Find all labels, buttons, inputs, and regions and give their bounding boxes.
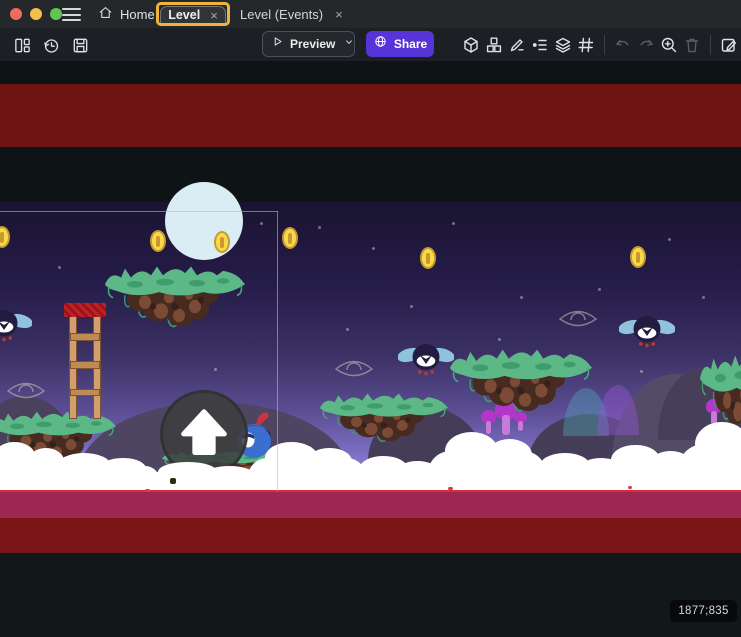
floating-island-sprite[interactable] xyxy=(105,262,245,340)
debris-speck xyxy=(448,487,453,490)
tab-level[interactable]: Level × xyxy=(160,6,226,23)
star xyxy=(214,368,217,371)
ground-crimson-band[interactable] xyxy=(0,490,741,518)
scene-bounds-right xyxy=(277,211,278,491)
globe-icon xyxy=(373,34,388,54)
debris-speck xyxy=(145,489,150,492)
star xyxy=(452,222,455,225)
tab-level-events[interactable]: Level (Events) × xyxy=(240,0,343,28)
star xyxy=(668,238,671,241)
edit-pencil-icon[interactable] xyxy=(507,35,527,55)
instances-list-icon[interactable] xyxy=(530,35,550,55)
preview-button[interactable]: Preview xyxy=(262,31,355,57)
toolbar: Preview Share xyxy=(0,28,741,61)
edit-scene-properties-icon[interactable] xyxy=(719,35,739,55)
titlebar: Home Level × Level (Events) × xyxy=(0,0,741,28)
bat-enemy-sprite[interactable] xyxy=(0,306,32,346)
invisible-object-outline[interactable] xyxy=(6,380,46,402)
tab-home-label: Home xyxy=(120,7,155,22)
debris-speck xyxy=(628,486,632,489)
grid-icon[interactable] xyxy=(576,35,596,55)
cloud-sprite[interactable] xyxy=(678,444,741,496)
star xyxy=(520,296,523,299)
star xyxy=(346,328,349,331)
bat-enemy-sprite[interactable] xyxy=(398,340,454,380)
share-button[interactable]: Share xyxy=(366,31,434,57)
star xyxy=(58,266,61,269)
object-groups-icon[interactable] xyxy=(484,35,504,55)
coin-sprite[interactable] xyxy=(0,226,10,248)
floating-island-sprite[interactable] xyxy=(450,345,592,425)
preview-label: Preview xyxy=(290,37,335,51)
debris-speck xyxy=(170,478,176,484)
tab-highlight-box: Level × xyxy=(156,2,230,26)
close-window-icon[interactable] xyxy=(10,8,22,20)
save-icon[interactable] xyxy=(70,35,90,55)
delete-icon[interactable] xyxy=(682,35,702,55)
star xyxy=(598,288,601,291)
preview-dropdown-button[interactable] xyxy=(343,35,355,53)
tab-level-events-label: Level (Events) xyxy=(240,7,323,22)
redo-icon[interactable] xyxy=(636,35,656,55)
coin-sprite[interactable] xyxy=(630,246,646,268)
close-tab-icon[interactable]: × xyxy=(210,8,218,23)
scene-editor-canvas[interactable]: 1877;835 xyxy=(0,61,741,637)
maximize-window-icon[interactable] xyxy=(50,8,62,20)
tab-home[interactable]: Home xyxy=(98,0,155,28)
editor-background xyxy=(0,553,741,637)
coin-sprite[interactable] xyxy=(214,231,230,253)
share-label: Share xyxy=(394,37,427,51)
menu-icon[interactable] xyxy=(62,8,81,21)
star xyxy=(640,370,643,373)
chevron-down-icon xyxy=(343,35,355,53)
star xyxy=(260,222,263,225)
tab-level-label: Level xyxy=(168,8,200,22)
star xyxy=(318,226,321,229)
glow-dome[interactable] xyxy=(597,385,639,435)
layers-icon[interactable] xyxy=(553,35,573,55)
ground-darkred-band[interactable] xyxy=(0,518,741,553)
star xyxy=(372,247,375,250)
play-icon xyxy=(271,35,284,53)
star xyxy=(702,296,705,299)
coin-sprite[interactable] xyxy=(420,247,436,269)
cursor-coordinates-badge: 1877;835 xyxy=(670,600,737,622)
zoom-in-icon[interactable] xyxy=(659,35,679,55)
ladder-sprite[interactable] xyxy=(64,303,106,419)
undo-icon[interactable] xyxy=(613,35,633,55)
scene-bounds-top xyxy=(0,211,278,212)
objects-panel-icon[interactable] xyxy=(461,35,481,55)
coin-sprite[interactable] xyxy=(150,230,166,252)
bat-enemy-sprite[interactable] xyxy=(619,312,675,352)
moon-sprite[interactable] xyxy=(165,182,243,260)
floating-island-sprite[interactable] xyxy=(320,390,448,452)
layout-panels-icon[interactable] xyxy=(12,35,32,55)
minimize-window-icon[interactable] xyxy=(30,8,42,20)
invisible-object-outline[interactable] xyxy=(334,358,374,380)
star xyxy=(410,305,413,308)
invisible-object-outline[interactable] xyxy=(558,308,598,330)
coin-sprite[interactable] xyxy=(282,227,298,249)
history-icon[interactable] xyxy=(41,35,61,55)
traffic-lights xyxy=(10,8,62,20)
star xyxy=(498,338,501,341)
close-tab-icon[interactable]: × xyxy=(335,7,343,22)
home-icon xyxy=(98,5,113,23)
